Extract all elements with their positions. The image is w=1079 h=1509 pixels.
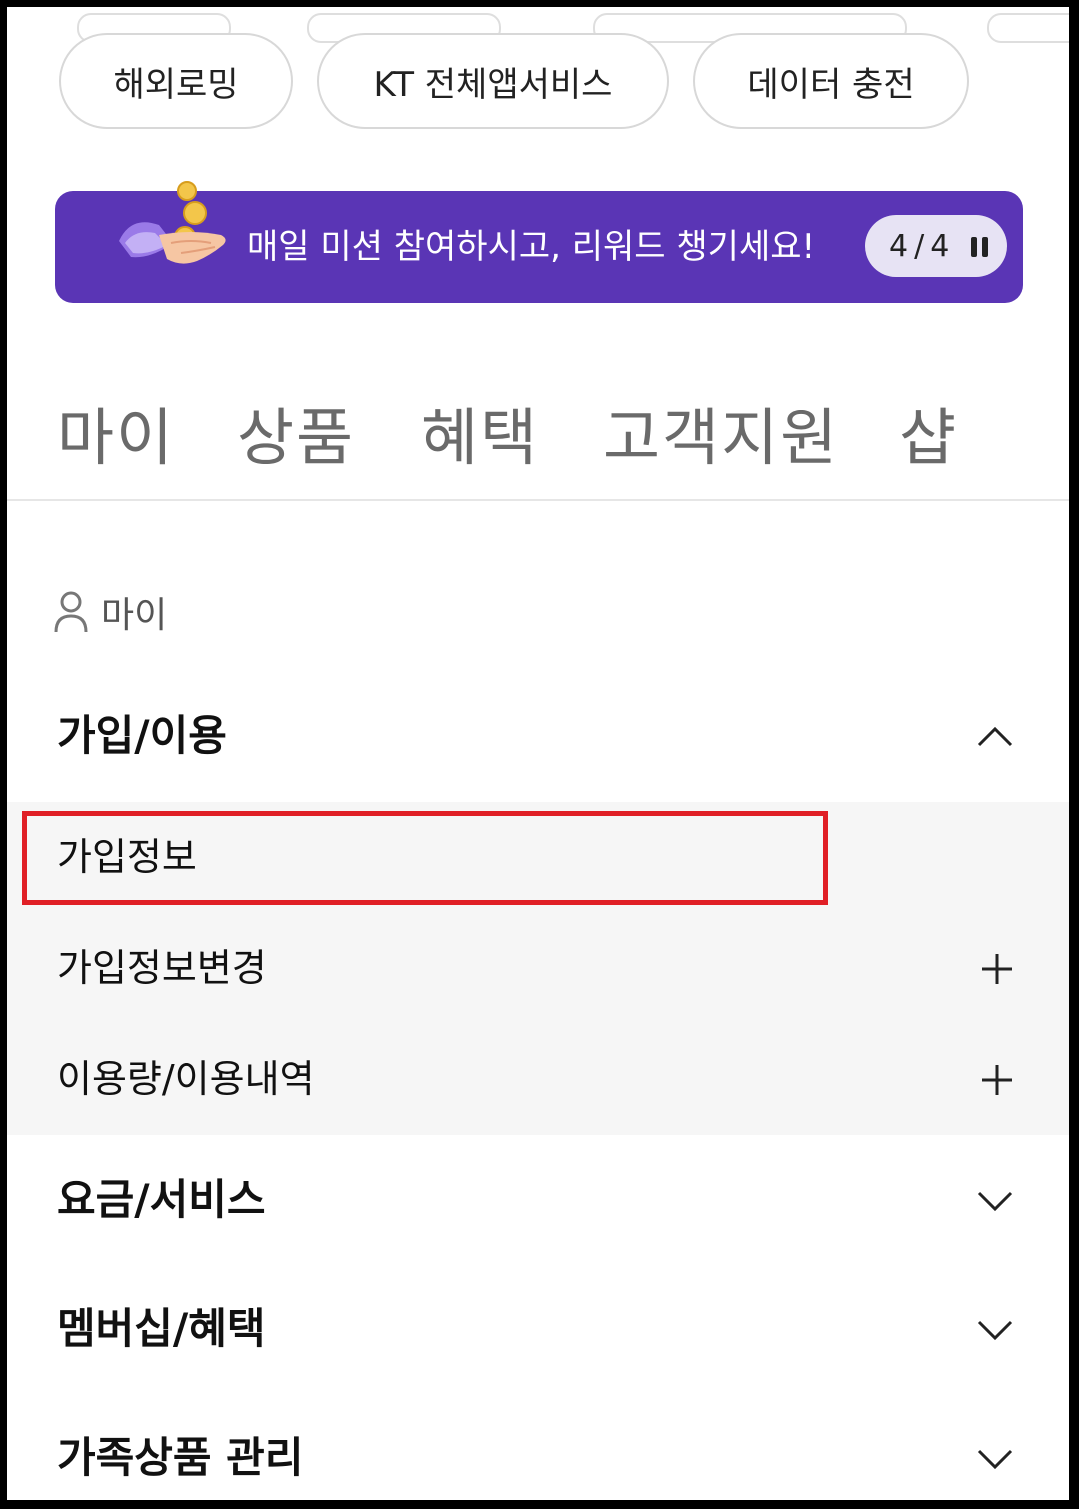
section-label: 마이 (53, 587, 167, 637)
submenu-item-label: 이용량/이용내역 (57, 1057, 315, 1101)
quick-link-roaming[interactable]: 해외로밍 (59, 33, 293, 129)
nav-divider (7, 499, 1069, 501)
submenu-subscription: 가입정보 가입정보변경 이용량/이용내역 (7, 802, 1069, 1135)
tab-my[interactable]: 마이 (57, 387, 175, 477)
tab-shop[interactable]: 샵 (899, 387, 958, 477)
submenu-item-change-info[interactable]: 가입정보변경 (7, 913, 1069, 1024)
chevron-down-icon (977, 1449, 1013, 1470)
menu-group-label: 멤버십/혜택 (57, 1304, 266, 1353)
submenu-item-label: 가입정보 (57, 835, 197, 879)
pause-icon[interactable] (971, 237, 989, 257)
menu-group-label: 요금/서비스 (57, 1175, 266, 1224)
menu-group-label: 가입/이용 (57, 711, 227, 760)
quick-link-kt-apps[interactable]: KT 전체앱서비스 (317, 33, 669, 129)
person-icon (54, 591, 88, 633)
menu-group-subscription[interactable]: 가입/이용 (7, 681, 1069, 791)
mission-banner[interactable]: 매일 미션 참여하시고, 리워드 챙기세요! 4/4 (55, 181, 1023, 303)
section-label-text: 마이 (101, 595, 168, 636)
submenu-item-label: 가입정보변경 (57, 946, 267, 990)
quick-links: 해외로밍 KT 전체앱서비스 데이터 충전 (7, 13, 1069, 133)
plus-icon (982, 954, 1012, 984)
tab-products[interactable]: 상품 (237, 387, 355, 477)
quick-link-data-charge[interactable]: 데이터 충전 (693, 33, 969, 129)
menu-group-membership[interactable]: 멤버십/혜택 (7, 1274, 1069, 1384)
chip-partial-top (987, 13, 1069, 43)
chevron-down-icon (977, 1320, 1013, 1341)
submenu-item-subscription-info[interactable]: 가입정보 (7, 802, 1069, 913)
coin-hand-icon (119, 181, 226, 264)
chevron-up-icon (977, 726, 1013, 747)
chevron-down-icon (977, 1191, 1013, 1212)
page-frame: 해외로밍 KT 전체앱서비스 데이터 충전 매일 미션 참여하시고, 리워드 챙… (7, 7, 1069, 1500)
submenu-item-usage[interactable]: 이용량/이용내역 (7, 1024, 1069, 1135)
menu-group-label: 가족상품 관리 (57, 1433, 304, 1482)
banner-counter[interactable]: 4/4 (865, 215, 1007, 277)
banner-counter-text: 4/4 (889, 228, 956, 264)
banner-text: 매일 미션 참여하시고, 리워드 챙기세요! (247, 227, 816, 267)
menu-group-billing-services[interactable]: 요금/서비스 (7, 1145, 1069, 1255)
tab-support[interactable]: 고객지원 (603, 387, 839, 477)
tab-benefits[interactable]: 혜택 (421, 387, 539, 477)
main-nav-tabs: 마이 상품 혜택 고객지원 샵 (7, 387, 1069, 497)
plus-icon (982, 1065, 1012, 1095)
menu-group-family-products[interactable]: 가족상품 관리 (7, 1403, 1069, 1500)
